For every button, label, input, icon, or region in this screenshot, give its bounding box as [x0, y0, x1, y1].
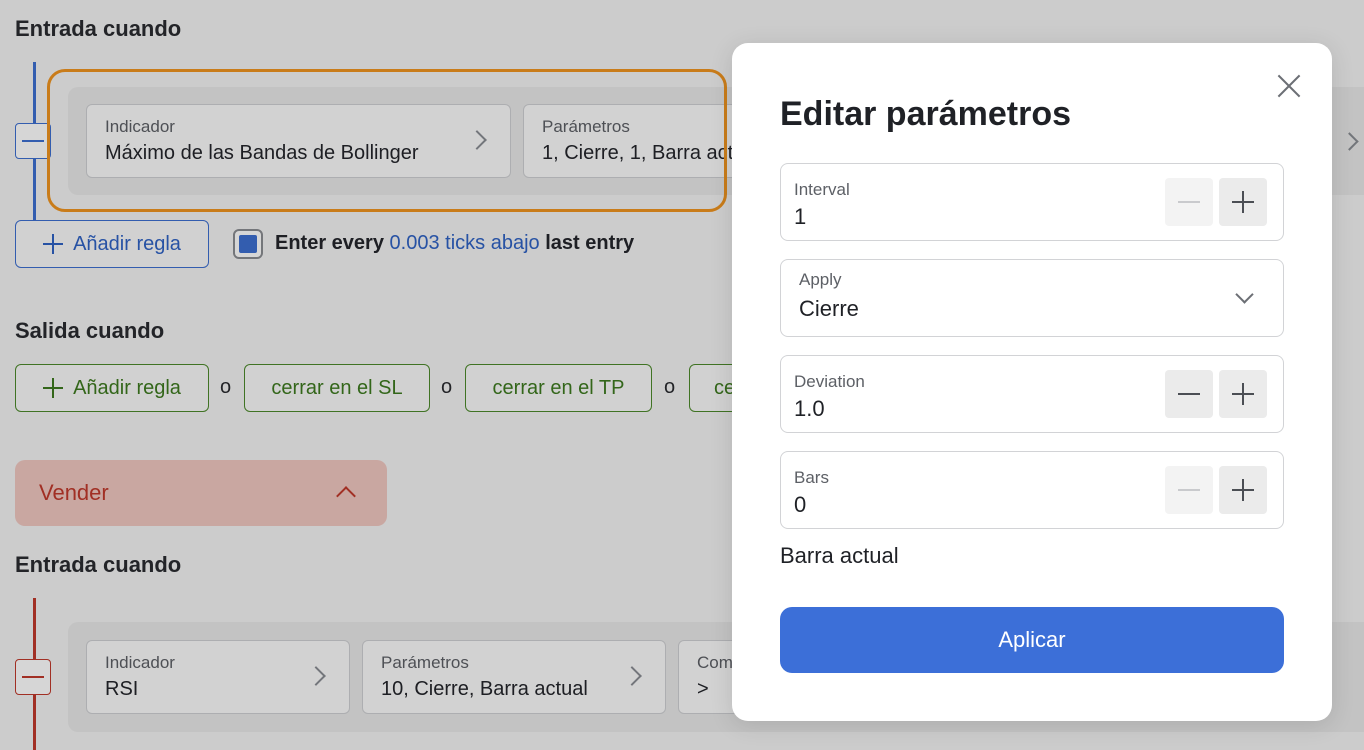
edit-parameters-modal: Editar parámetros Interval 1 Apply Cierr…	[732, 43, 1332, 721]
bars-field[interactable]: Bars 0	[780, 451, 1284, 529]
bars-label: Bars	[794, 468, 829, 487]
deviation-field[interactable]: Deviation 1.0	[780, 355, 1284, 433]
deviation-increment-button[interactable]	[1219, 370, 1267, 418]
apply-value: Cierre	[799, 296, 859, 321]
interval-decrement-button[interactable]	[1165, 178, 1213, 226]
deviation-decrement-button[interactable]	[1165, 370, 1213, 418]
deviation-label: Deviation	[794, 372, 865, 391]
bars-description: Barra actual	[780, 543, 899, 568]
interval-value[interactable]: 1	[794, 204, 806, 230]
chevron-down-icon	[1235, 285, 1254, 304]
interval-label: Interval	[794, 180, 850, 199]
deviation-value[interactable]: 1.0	[794, 396, 825, 422]
apply-button[interactable]: Aplicar	[780, 607, 1284, 673]
minus-icon	[1178, 383, 1200, 405]
apply-select[interactable]: Apply Cierre	[780, 259, 1284, 337]
minus-icon	[1178, 191, 1200, 213]
bars-increment-button[interactable]	[1219, 466, 1267, 514]
plus-icon	[1232, 383, 1254, 405]
bars-decrement-button[interactable]	[1165, 466, 1213, 514]
interval-field[interactable]: Interval 1	[780, 163, 1284, 241]
minus-icon	[1178, 479, 1200, 501]
plus-icon	[1232, 191, 1254, 213]
plus-icon	[1232, 479, 1254, 501]
close-icon[interactable]	[1272, 69, 1306, 103]
interval-increment-button[interactable]	[1219, 178, 1267, 226]
bars-value[interactable]: 0	[794, 492, 806, 518]
modal-title: Editar parámetros	[780, 95, 1071, 133]
apply-label: Apply	[799, 270, 842, 289]
